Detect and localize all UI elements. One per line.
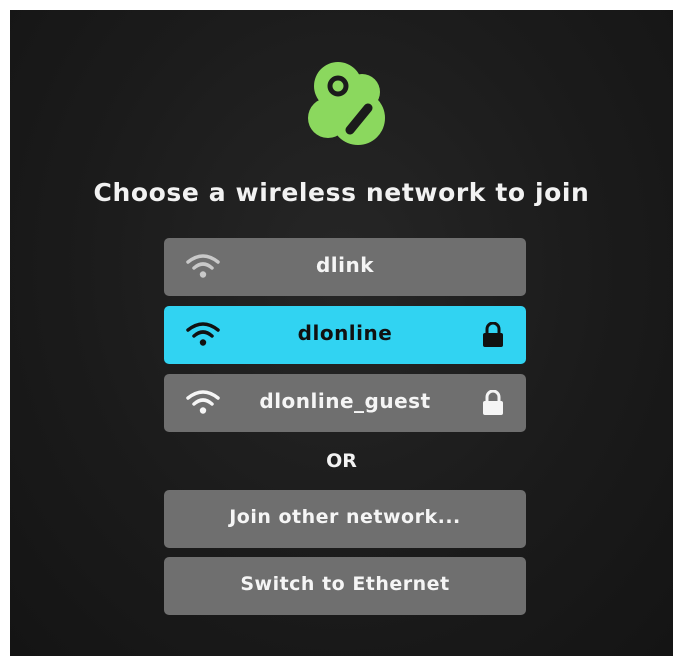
wifi-icon bbox=[186, 322, 220, 346]
boxee-logo-icon bbox=[308, 62, 385, 145]
button-label: Join other network... bbox=[229, 506, 461, 528]
or-separator: OR bbox=[326, 450, 357, 472]
lock-icon bbox=[483, 322, 503, 347]
network-setup-screen: Choose a wireless network to join dlink … bbox=[10, 10, 673, 656]
network-name: dlink bbox=[315, 253, 375, 277]
network-item-dlink[interactable]: dlink bbox=[164, 238, 526, 296]
switch-to-ethernet-button[interactable]: Switch to Ethernet bbox=[164, 557, 526, 615]
page-title: Choose a wireless network to join bbox=[93, 178, 590, 207]
lock-icon bbox=[483, 390, 503, 415]
network-item-dlonline-guest[interactable]: dlonline_guest bbox=[164, 374, 526, 432]
button-label: Switch to Ethernet bbox=[240, 573, 450, 595]
network-name: dlonline_guest bbox=[259, 389, 431, 413]
network-item-dlonline[interactable]: dlonline bbox=[164, 306, 526, 364]
join-other-network-button[interactable]: Join other network... bbox=[164, 490, 526, 548]
wifi-icon bbox=[186, 254, 220, 278]
network-name: dlonline bbox=[297, 321, 393, 345]
wifi-icon bbox=[186, 390, 220, 414]
